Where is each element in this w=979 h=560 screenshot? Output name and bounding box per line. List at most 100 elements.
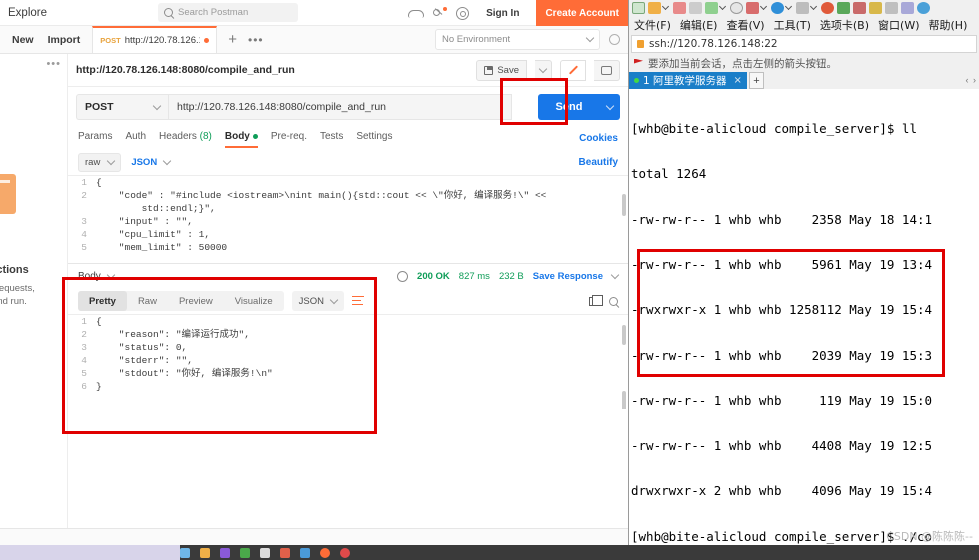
transfer-icon[interactable] bbox=[746, 2, 759, 14]
sign-in-button[interactable]: Sign In bbox=[479, 5, 526, 22]
taskbar-icon-explorer[interactable] bbox=[180, 547, 190, 558]
terminal-line: total 1264 bbox=[631, 166, 707, 182]
new-button[interactable]: New bbox=[12, 34, 34, 46]
edit-request-button[interactable] bbox=[560, 59, 586, 81]
import-button[interactable]: Import bbox=[48, 34, 81, 46]
tab-params[interactable]: Params bbox=[78, 131, 112, 146]
request-tab[interactable]: POST http://120.78.126.148: bbox=[92, 26, 218, 53]
menu-view[interactable]: 查看(V) bbox=[726, 17, 764, 33]
tab-options-icon[interactable]: ••• bbox=[248, 26, 264, 53]
response-viewer-scrollbar-2[interactable] bbox=[622, 391, 626, 409]
new-tab-button[interactable]: + bbox=[217, 26, 248, 53]
taskbar-icon-app3[interactable] bbox=[260, 547, 270, 558]
browser-icon[interactable] bbox=[771, 2, 784, 14]
gear-icon[interactable] bbox=[456, 6, 470, 20]
satellite-icon[interactable] bbox=[432, 6, 448, 20]
chevron-down-icon[interactable] bbox=[759, 2, 768, 11]
terminal-output[interactable]: [whb@bite-alicloud compile_server]$ ll t… bbox=[629, 89, 979, 545]
comments-button[interactable] bbox=[594, 59, 620, 81]
tab-settings[interactable]: Settings bbox=[356, 131, 392, 146]
response-tab-pretty[interactable]: Pretty bbox=[78, 291, 127, 311]
chevron-down-icon[interactable] bbox=[610, 270, 620, 279]
body-type-select[interactable]: raw bbox=[78, 152, 122, 172]
menu-file[interactable]: 文件(F) bbox=[634, 17, 671, 33]
http-method-select[interactable]: POST bbox=[76, 94, 168, 120]
cookies-link[interactable]: Cookies bbox=[579, 133, 618, 144]
save-button[interactable]: Save bbox=[476, 59, 527, 81]
taskbar-icon-app5[interactable] bbox=[300, 547, 310, 558]
compose-icon[interactable] bbox=[821, 2, 834, 14]
copy-icon[interactable] bbox=[589, 294, 603, 306]
new-session-tab-button[interactable]: + bbox=[748, 72, 764, 89]
tab-headers[interactable]: Headers (8) bbox=[159, 131, 212, 146]
environment-selector[interactable]: No Environment bbox=[435, 29, 600, 50]
search-icon[interactable] bbox=[609, 296, 618, 306]
windows-taskbar[interactable] bbox=[0, 545, 979, 560]
wrap-lines-icon[interactable] bbox=[351, 296, 364, 306]
log-icon[interactable] bbox=[837, 2, 850, 14]
response-tab-raw[interactable]: Raw bbox=[127, 291, 168, 311]
send-button[interactable]: Send bbox=[538, 94, 600, 120]
chevron-down-icon[interactable] bbox=[661, 2, 670, 11]
request-url-input[interactable]: http://120.78.126.148:8080/compile_and_r… bbox=[168, 94, 512, 120]
font-icon[interactable] bbox=[796, 2, 809, 14]
menu-tabs[interactable]: 选项卡(B) bbox=[820, 17, 869, 33]
taskbar-icon-app2[interactable] bbox=[240, 547, 250, 558]
open-folder-icon[interactable] bbox=[648, 2, 661, 14]
chevron-down-icon[interactable] bbox=[106, 270, 116, 279]
create-account-button[interactable]: Create Account bbox=[536, 0, 628, 26]
menu-edit[interactable]: 编辑(E) bbox=[680, 17, 718, 33]
response-viewer-scrollbar[interactable] bbox=[622, 325, 626, 345]
response-format-select[interactable]: JSON bbox=[291, 291, 344, 311]
beautify-button[interactable]: Beautify bbox=[579, 157, 618, 168]
taskbar-icon-app6[interactable] bbox=[340, 547, 350, 558]
taskbar-icon-postman[interactable] bbox=[320, 547, 330, 558]
taskbar-icon-app4[interactable] bbox=[280, 547, 290, 558]
response-tab-preview[interactable]: Preview bbox=[168, 291, 224, 311]
tab-auth[interactable]: Auth bbox=[125, 131, 146, 146]
body-format-select[interactable]: JSON bbox=[131, 156, 172, 168]
save-response-button[interactable]: Save Response bbox=[533, 271, 603, 282]
taskbar-icon-app1[interactable] bbox=[220, 547, 230, 558]
tab-body[interactable]: Body bbox=[224, 131, 258, 148]
request-editor-scrollbar[interactable] bbox=[622, 194, 626, 216]
request-section-tabs: Params Auth Headers (8) Body Pre-req. Te… bbox=[68, 127, 628, 149]
response-tab-visualize[interactable]: Visualize bbox=[224, 291, 284, 311]
chevron-down-icon[interactable] bbox=[809, 2, 818, 11]
highlight-icon[interactable] bbox=[901, 2, 914, 14]
menu-window[interactable]: 窗口(W) bbox=[878, 17, 919, 33]
xshell-window[interactable]: 文件(F) 编辑(E) 查看(V) 工具(T) 选项卡(B) 窗口(W) 帮助(… bbox=[628, 0, 979, 545]
paste-icon[interactable] bbox=[689, 2, 702, 14]
chevron-down-icon[interactable] bbox=[784, 2, 793, 11]
xshell-address-bar[interactable]: ssh://120.78.126.148:22 bbox=[631, 35, 977, 53]
split-icon[interactable] bbox=[853, 2, 866, 14]
sidebar-more-icon[interactable]: ••• bbox=[0, 58, 67, 70]
tab-prerequest[interactable]: Pre-req. bbox=[271, 131, 307, 146]
tab-tests[interactable]: Tests bbox=[320, 131, 343, 146]
lock-icon[interactable] bbox=[869, 2, 882, 14]
cut-icon[interactable] bbox=[673, 2, 686, 14]
search-input[interactable]: Search Postman bbox=[158, 3, 298, 22]
help-icon[interactable] bbox=[917, 2, 930, 14]
find-icon[interactable] bbox=[730, 2, 743, 14]
session-tab-label: 1 阿里教学服务器 bbox=[643, 75, 727, 87]
cloud-sync-icon[interactable] bbox=[408, 9, 425, 18]
properties-icon[interactable] bbox=[705, 2, 718, 14]
tab-scroll-icon[interactable]: ‹ › bbox=[966, 75, 978, 85]
close-icon[interactable]: × bbox=[734, 75, 742, 86]
request-body-editor[interactable]: 1{ 2 "code" : "#include <iostream>\nint … bbox=[68, 175, 628, 263]
new-session-icon[interactable] bbox=[632, 2, 645, 14]
environment-quick-look-icon[interactable] bbox=[609, 34, 620, 45]
postman-window[interactable]: Explore Search Postman Sign In Create Ac… bbox=[0, 0, 628, 545]
session-tab[interactable]: 1 阿里教学服务器 × bbox=[629, 72, 747, 89]
save-options-button[interactable] bbox=[535, 59, 552, 81]
response-body-viewer[interactable]: 1{ 2 "reason": "编译运行成功", 3 "status": 0, … bbox=[68, 314, 628, 409]
explore-link[interactable]: Explore bbox=[8, 7, 47, 19]
keyboard-icon[interactable] bbox=[885, 2, 898, 14]
chevron-down-icon[interactable] bbox=[718, 2, 727, 11]
menu-tools[interactable]: 工具(T) bbox=[774, 17, 811, 33]
send-options-button[interactable] bbox=[600, 94, 620, 120]
body-options-row: raw JSON Beautify bbox=[68, 149, 628, 175]
menu-help[interactable]: 帮助(H) bbox=[929, 17, 968, 33]
taskbar-icon-folder[interactable] bbox=[200, 547, 210, 558]
